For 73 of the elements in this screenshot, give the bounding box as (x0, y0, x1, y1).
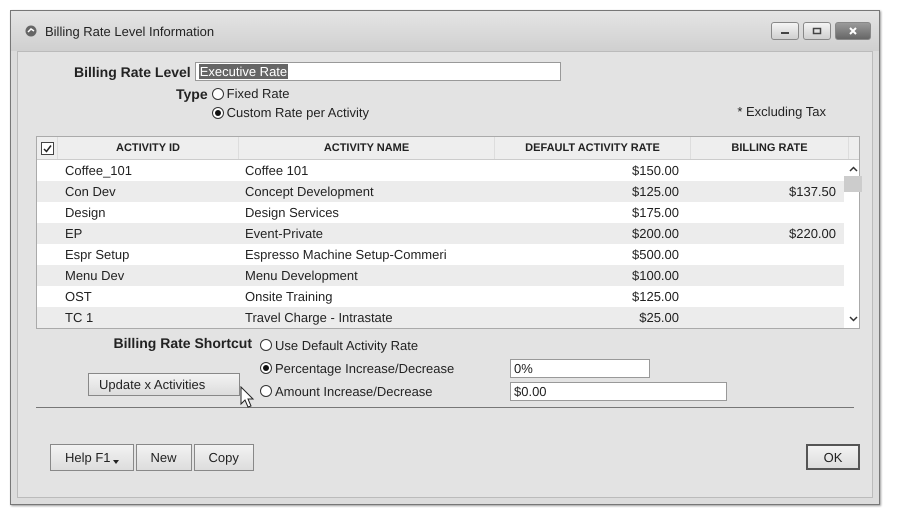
table-row[interactable]: TC 1 Travel Charge - Intrastate $25.00 (37, 307, 844, 328)
table-cell-text: Espr Setup (64, 247, 130, 262)
table-cell-text: Espresso Machine Setup-Commeri (244, 247, 448, 262)
caret-icon (112, 460, 119, 464)
cursor-icon (240, 386, 256, 410)
radio-label[interactable]: Fixed Rate (226, 86, 290, 101)
table-cell-text: $125.00 (631, 289, 680, 304)
window-title: Billing Rate Level Information (45, 24, 214, 38)
update-activities-button[interactable]: Update x Activities (88, 373, 240, 396)
table-row[interactable]: Con Dev Concept Development $125.00 $137.50 (37, 181, 844, 202)
table-cell-text: Con Dev (64, 184, 117, 199)
radio-button[interactable] (212, 88, 224, 100)
radio-label[interactable]: Custom Rate per Activity (226, 105, 369, 120)
value-field[interactable]: $0.00 (510, 382, 727, 400)
table-cell-text: $25.00 (638, 310, 680, 325)
footer-button[interactable]: Help F1 (50, 444, 134, 471)
maximize-icon (812, 27, 822, 35)
table-cell-text: TC 1 (64, 310, 94, 325)
minimize-button[interactable] (771, 22, 799, 40)
field-label: Billing Rate Shortcut (114, 335, 252, 351)
table-cell-text: $175.00 (631, 205, 680, 220)
radio-label[interactable]: Percentage Increase/Decrease (275, 360, 454, 376)
maximize-button[interactable] (803, 22, 831, 40)
field-label: Type (176, 86, 208, 104)
column-header[interactable]: ACTIVITY ID (58, 137, 239, 159)
table-cell-text: Travel Charge - Intrastate (244, 310, 394, 325)
table-row[interactable]: Design Design Services $175.00 (37, 202, 844, 223)
radio-button[interactable] (260, 385, 272, 397)
table-cell-text: Menu Dev (64, 268, 126, 283)
radio-label[interactable]: Use Default Activity Rate (275, 338, 418, 352)
table-cell-text: Coffee 101 (244, 163, 310, 178)
table-cell-text: EP (64, 226, 84, 241)
table-cell-text: $125.00 (631, 184, 680, 199)
table-row[interactable]: Espr Setup Espresso Machine Setup-Commeri $500.00 (37, 244, 844, 265)
ok-button[interactable]: OK (806, 444, 860, 470)
scroll-thumb[interactable] (844, 176, 862, 192)
footer-button[interactable]: Copy (194, 444, 254, 471)
select-all-checkbox[interactable] (40, 142, 54, 154)
tax-note: * Excluding Tax (737, 104, 826, 119)
table-cell-text: Design (64, 205, 106, 220)
column-header[interactable]: BILLING RATE (691, 137, 849, 159)
column-header[interactable]: DEFAULT ACTIVITY RATE (495, 137, 691, 159)
radio-label[interactable]: Amount Increase/Decrease (275, 384, 433, 398)
table-cell-text: OST (64, 289, 93, 304)
table-cell-text: $200.00 (631, 226, 680, 241)
table-cell: $137.50 (789, 184, 836, 199)
table-cell-text: Menu Development (244, 268, 359, 283)
table-row[interactable]: Coffee_101 Coffee 101 $150.00 (37, 160, 844, 181)
table-cell-text: Design Services (244, 205, 340, 220)
value-field[interactable]: 0% (510, 358, 650, 378)
table-cell-text: $500.00 (631, 247, 680, 262)
billing-rate-level-field[interactable]: Executive Rate (194, 62, 561, 81)
table-cell-text: $100.00 (631, 268, 680, 283)
close-icon (848, 27, 858, 35)
table-cell-text: Concept Development (244, 184, 375, 199)
close-button[interactable] (835, 22, 871, 40)
table-row[interactable]: EP Event-Private $200.00 $220.00 (37, 223, 844, 244)
scroll-up-icon[interactable] (848, 166, 858, 172)
table-cell-text: $150.00 (631, 163, 680, 178)
radio-button[interactable] (260, 362, 272, 374)
table-row[interactable]: Menu Dev Menu Development $100.00 (37, 265, 844, 286)
table-row[interactable]: OST Onsite Training $125.00 (37, 286, 844, 307)
field-label: Billing Rate Level (74, 64, 191, 80)
table-cell: $220.00 (789, 226, 836, 241)
radio-button[interactable] (260, 339, 272, 351)
column-header[interactable]: ACTIVITY NAME (239, 137, 495, 159)
table-cell-text: Coffee_101 (64, 163, 133, 178)
app-icon (25, 25, 37, 37)
radio-button[interactable] (212, 106, 224, 118)
table-cell-text: Event-Private (244, 226, 324, 241)
footer-button[interactable]: New (136, 444, 192, 471)
table-cell-text: Onsite Training (244, 289, 334, 304)
scroll-down-icon[interactable] (848, 316, 858, 322)
